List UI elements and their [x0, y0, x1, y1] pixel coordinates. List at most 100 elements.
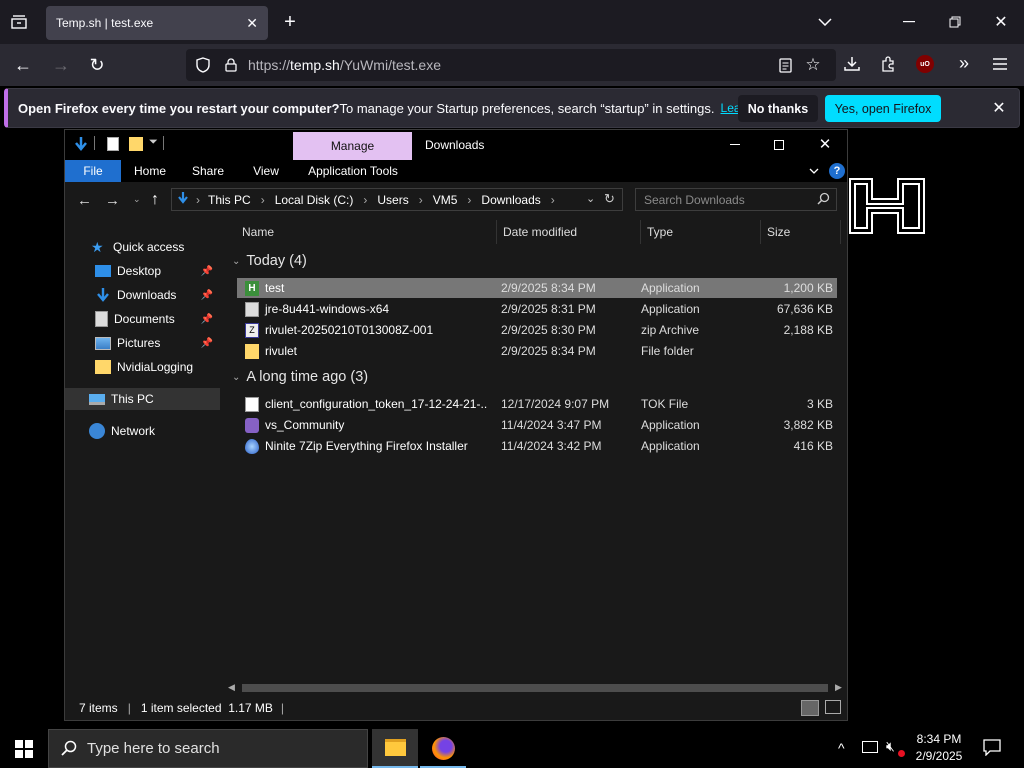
manage-contextual-tab[interactable]: Manage: [293, 132, 412, 160]
column-name[interactable]: Name: [222, 220, 497, 244]
zip-archive-icon: Z: [245, 322, 259, 338]
ribbon-tab-home[interactable]: Home: [121, 160, 179, 182]
windows-start-icon[interactable]: [15, 740, 33, 761]
ribbon-expand-chevron-icon[interactable]: [807, 164, 821, 178]
system-clock[interactable]: 8:34 PM 2/9/2025: [910, 731, 968, 765]
nav-label: Documents: [114, 312, 175, 326]
back-icon[interactable]: ←: [12, 54, 34, 76]
window-title: Downloads: [425, 138, 485, 152]
qa-new-folder-icon[interactable]: [129, 137, 143, 151]
collapse-chevron-icon: ⌄: [232, 255, 241, 267]
ribbon-tab-application-tools[interactable]: Application Tools: [295, 160, 411, 182]
recent-locations-chevron-icon[interactable]: ⌄: [133, 194, 141, 205]
ribbon-tab-view[interactable]: View: [237, 160, 295, 182]
file-row[interactable]: Ninite 7Zip Everything Firefox Installer…: [237, 436, 837, 456]
column-date-modified[interactable]: Date modified: [497, 220, 641, 244]
address-dropdown-chevron-icon[interactable]: ⌄: [586, 192, 595, 205]
qa-divider: [163, 136, 164, 150]
nav-this-pc[interactable]: This PC: [65, 388, 220, 410]
column-size[interactable]: Size: [761, 220, 841, 244]
extensions-puzzle-icon[interactable]: [878, 54, 898, 74]
group-header-today[interactable]: ⌄ Today (4): [232, 253, 307, 269]
ribbon-tab-file[interactable]: File: [65, 160, 121, 182]
nav-network[interactable]: Network: [65, 420, 221, 442]
nav-documents[interactable]: Documents 📌: [65, 308, 221, 330]
nav-desktop[interactable]: Desktop 📌: [65, 260, 221, 282]
breadcrumb-sep: ›: [260, 192, 265, 207]
restore-icon[interactable]: [944, 12, 966, 32]
notifications-icon[interactable]: [983, 739, 1001, 759]
breadcrumb-vm5[interactable]: VM5: [433, 193, 458, 207]
nav-nvidialogging[interactable]: NvidiaLogging: [65, 356, 221, 378]
shield-icon[interactable]: [186, 57, 220, 73]
qa-customize-chevron-icon[interactable]: ⏷: [149, 136, 158, 149]
refresh-icon[interactable]: ↻: [604, 191, 615, 207]
volume-muted-icon[interactable]: 🔇︎: [886, 738, 895, 755]
column-type[interactable]: Type: [641, 220, 761, 244]
large-icons-view-icon[interactable]: [825, 700, 841, 714]
nav-pictures[interactable]: Pictures 📌: [65, 332, 221, 354]
yes-open-firefox-button[interactable]: Yes, open Firefox: [825, 95, 941, 122]
url-host: temp.sh: [290, 57, 340, 73]
no-thanks-button[interactable]: No thanks: [738, 95, 818, 122]
qa-download-icon[interactable]: [73, 136, 89, 155]
show-hidden-icons-chevron-icon[interactable]: ^: [838, 740, 845, 756]
file-row[interactable]: jre-8u441-windows-x64 2/9/2025 8:31 PM A…: [237, 299, 837, 319]
file-row[interactable]: rivulet 2/9/2025 8:34 PM File folder: [237, 341, 837, 361]
scroll-left-icon[interactable]: ◀: [228, 682, 235, 693]
close-notification-icon[interactable]: ✕: [988, 98, 1010, 118]
more-tools-chevron-icon[interactable]: »: [954, 53, 974, 73]
explorer-minimize-icon[interactable]: [725, 137, 745, 153]
horizontal-scrollbar[interactable]: ◀ ▶: [222, 681, 847, 695]
item-count: 7 items: [79, 701, 118, 715]
taskbar-file-explorer[interactable]: [372, 729, 418, 768]
explorer-maximize-icon[interactable]: [769, 137, 789, 153]
hamburger-menu-icon[interactable]: [990, 54, 1010, 74]
network-status-icon[interactable]: [862, 741, 878, 753]
reader-view-icon[interactable]: [776, 57, 794, 73]
details-view-icon[interactable]: [801, 700, 819, 716]
breadcrumb-local-disk[interactable]: Local Disk (C:): [275, 193, 354, 207]
group-header-long-ago[interactable]: ⌄ A long time ago (3): [232, 369, 368, 385]
breadcrumb-users[interactable]: Users: [377, 193, 408, 207]
scrollbar-thumb[interactable]: [242, 684, 828, 692]
nav-downloads[interactable]: Downloads 📌: [65, 284, 221, 306]
address-bar[interactable]: › This PC › Local Disk (C:) › Users › VM…: [171, 188, 623, 211]
explorer-forward-icon[interactable]: →: [105, 192, 120, 209]
file-row[interactable]: client_configuration_token_17-12-24-21-.…: [237, 394, 837, 414]
up-folder-icon[interactable]: ↑: [151, 191, 159, 209]
nav-quick-access[interactable]: ★ Quick access: [65, 236, 221, 258]
search-downloads-input[interactable]: Search Downloads: [635, 188, 837, 211]
column-header-row: Name Date modified Type Size: [222, 220, 847, 244]
breadcrumb-downloads[interactable]: Downloads: [481, 193, 540, 207]
reload-icon[interactable]: ↻: [86, 54, 108, 76]
forward-icon[interactable]: →: [50, 54, 72, 76]
help-icon[interactable]: ?: [829, 163, 845, 179]
minimize-icon[interactable]: [898, 12, 920, 32]
taskbar-firefox[interactable]: [420, 729, 466, 768]
nav-label: Quick access: [113, 240, 185, 254]
breadcrumb-this-pc[interactable]: This PC: [208, 193, 251, 207]
ublock-origin-icon[interactable]: uO: [916, 55, 934, 73]
close-window-icon[interactable]: ✕: [990, 12, 1012, 32]
ribbon-tab-share[interactable]: Share: [179, 160, 237, 182]
url-bar[interactable]: https://temp.sh/YuWmi/test.exe ☆: [186, 49, 836, 81]
list-tabs-chevron-icon[interactable]: [815, 12, 835, 32]
file-size: 1,200 KB: [783, 281, 833, 295]
new-tab-icon[interactable]: +: [280, 11, 300, 33]
qa-properties-icon[interactable]: [107, 137, 119, 151]
file-row-selected[interactable]: Htest 2/9/2025 8:34 PM Application 1,200…: [237, 278, 837, 298]
bookmark-star-icon[interactable]: ☆: [803, 55, 823, 75]
nav-label: Pictures: [117, 336, 161, 350]
taskbar-search-box[interactable]: Type here to search: [48, 729, 368, 768]
explorer-close-icon[interactable]: ✕: [815, 135, 835, 153]
browser-tab[interactable]: Temp.sh | test.exe ✕: [46, 6, 268, 40]
file-row[interactable]: Zrivulet-20250210T013008Z-001 2/9/2025 8…: [237, 320, 837, 340]
file-row[interactable]: vs_Community 11/4/2024 3:47 PM Applicati…: [237, 415, 837, 435]
lock-icon[interactable]: [220, 58, 242, 72]
downloads-icon[interactable]: [842, 54, 862, 74]
explorer-back-icon[interactable]: ←: [77, 192, 92, 209]
close-tab-icon[interactable]: ✕: [246, 15, 258, 32]
scroll-right-icon[interactable]: ▶: [835, 682, 842, 693]
tab-overview-icon[interactable]: [8, 12, 30, 32]
